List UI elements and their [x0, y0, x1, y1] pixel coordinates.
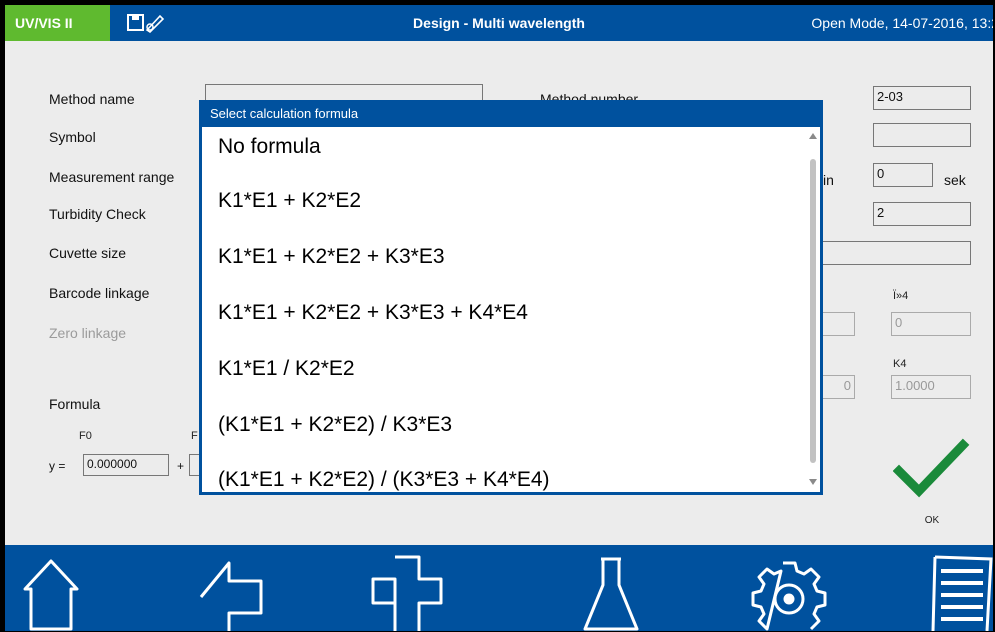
home-button[interactable] — [21, 545, 81, 631]
home-icon — [23, 559, 79, 631]
checkmark-icon — [892, 438, 970, 498]
min-unit-label: in — [823, 172, 834, 188]
settings-gear-icon — [751, 561, 827, 631]
formula-option[interactable]: No formula — [218, 135, 321, 159]
screen: UV/VIS II Design - Multi wavelength Open… — [5, 5, 993, 631]
method-name-label: Method name — [49, 91, 135, 107]
ok-button[interactable]: OK — [892, 433, 971, 533]
formula-label: Formula — [49, 396, 101, 412]
menu-button[interactable] — [929, 545, 993, 631]
lambda4-label: Ï»4 — [893, 290, 909, 302]
cuvette-field[interactable] — [817, 241, 971, 265]
add-icon — [371, 555, 443, 631]
formula-option[interactable]: (K1*E1 + K2*E2) / K3*E3 — [218, 413, 452, 437]
settings-button[interactable] — [751, 545, 827, 631]
menu-list-icon — [931, 555, 993, 631]
measure-button[interactable] — [581, 545, 641, 631]
scroll-thumb[interactable] — [810, 159, 816, 463]
zero-linkage-label: Zero linkage — [49, 325, 127, 341]
plus-sign: + — [177, 459, 185, 473]
k4-field[interactable]: 1.0000 — [891, 375, 971, 399]
symbol-label: Symbol — [49, 129, 96, 145]
sek-unit-label: sek — [944, 172, 966, 188]
scroll-down-arrow-icon[interactable] — [809, 479, 817, 485]
header-bar: UV/VIS II Design - Multi wavelength Open… — [5, 5, 993, 41]
formula-select-dialog: Select calculation formula No formula K1… — [199, 100, 823, 495]
measurement-range-label: Measurement range — [49, 169, 175, 185]
scroll-up-arrow-icon[interactable] — [809, 133, 817, 139]
formula-option[interactable]: K1*E1 + K2*E2 — [218, 189, 361, 213]
f0-label: F0 — [79, 430, 92, 442]
barcode-label: Barcode linkage — [49, 285, 150, 301]
method-number-field[interactable]: 2-03 — [873, 86, 971, 110]
cuvette-label: Cuvette size — [49, 245, 127, 261]
f1-label: F — [191, 430, 198, 442]
back-arrow-icon — [199, 561, 263, 631]
y-equals-label: y = — [49, 459, 66, 473]
bottom-navigation — [5, 545, 993, 631]
k4-label: K4 — [893, 358, 907, 370]
formula-option[interactable]: K1*E1 / K2*E2 — [218, 357, 355, 381]
ok-label: OK — [924, 515, 940, 526]
formula-list: No formula K1*E1 + K2*E2 K1*E1 + K2*E2 +… — [202, 127, 804, 492]
time-field[interactable]: 0 — [873, 163, 933, 187]
dialog-title: Select calculation formula — [202, 103, 820, 127]
symbol-field[interactable] — [873, 123, 971, 147]
back-button[interactable] — [195, 545, 267, 631]
flask-icon — [583, 557, 639, 631]
header-status: Open Mode, 14-07-2016, 13:2 — [811, 15, 993, 31]
lambda4-field[interactable]: 0 — [891, 312, 971, 336]
formula-option[interactable]: K1*E1 + K2*E2 + K3*E3 — [218, 245, 445, 269]
formula-option[interactable]: (K1*E1 + K2*E2) / (K3*E3 + K4*E4) — [218, 468, 550, 492]
turbidity-field[interactable]: 2 — [873, 202, 971, 226]
turbidity-label: Turbidity Check — [49, 206, 146, 222]
scrollbar[interactable] — [806, 127, 820, 492]
add-button[interactable] — [371, 545, 443, 631]
formula-option[interactable]: K1*E1 + K2*E2 + K3*E3 + K4*E4 — [218, 301, 528, 325]
f0-field[interactable]: 0.000000 — [83, 454, 169, 476]
